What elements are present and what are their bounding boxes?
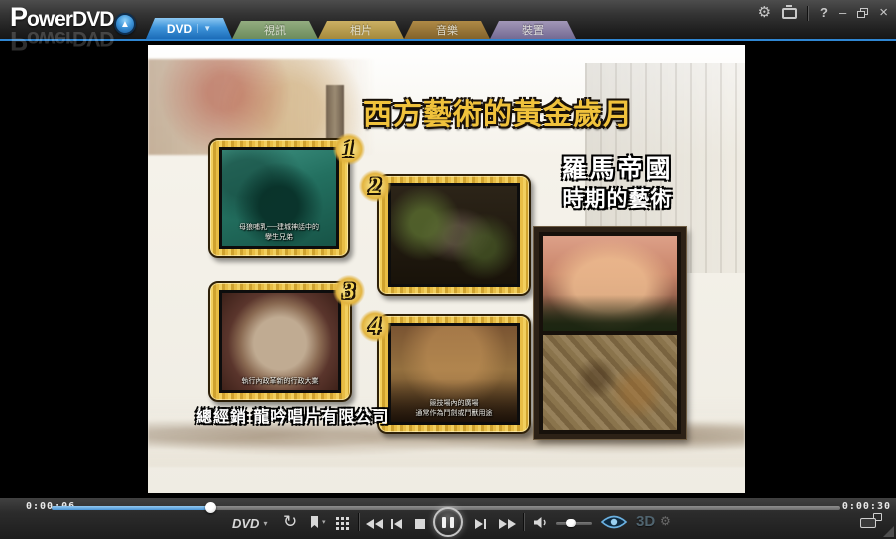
minimize-button[interactable]: – (839, 5, 846, 21)
stop-icon (415, 519, 425, 529)
video-stage: 西方藝術的黃金歲月 羅馬帝國 時期的藝術 母狼哺乳──建城神話中的 孿生兄弟 1… (0, 43, 896, 497)
bookmark-button[interactable]: ▾ (309, 515, 326, 529)
upgrade-icon[interactable]: ▲ (114, 13, 136, 35)
thumbnail-4-caption: 競技場內的廣場 通常作為鬥劍或鬥獸用途 (391, 399, 517, 419)
controls-divider (359, 513, 360, 531)
3d-mode-button[interactable]: 3D (636, 513, 655, 530)
next-icon (475, 519, 483, 529)
thumbnail-3-caption: 執行內政革新的行政大業 (222, 377, 338, 387)
display-icon (860, 513, 882, 528)
chapter-thumbnail-1[interactable]: 母狼哺乳──建城神話中的 孿生兄弟 1 (208, 138, 350, 258)
source-menu-button[interactable]: DVD ▾ (232, 516, 267, 531)
logo-power-text: ower (27, 8, 72, 31)
volume-slider[interactable] (556, 522, 592, 525)
mute-button[interactable] (533, 516, 550, 529)
player-control-bar: 0:00:06 0:00:30 DVD ▾ ↻ ▾ (0, 497, 896, 539)
grid-icon (336, 517, 339, 520)
menu-side-panel (534, 227, 686, 439)
chevron-down-icon: ▾ (263, 519, 267, 528)
fast-forward-button[interactable] (499, 519, 516, 529)
truetheater-button[interactable] (600, 515, 628, 529)
pause-button[interactable] (433, 507, 463, 537)
controls-divider (524, 513, 525, 531)
chevron-down-icon[interactable]: ▼ (197, 24, 211, 33)
thumbnail-1-caption: 母狼哺乳──建城神話中的 孿生兄弟 (222, 223, 336, 243)
resize-grip[interactable] (883, 526, 894, 537)
thumbnail-4-image: 競技場內的廣場 通常作為鬥劍或鬥獸用途 (388, 323, 520, 425)
menu-title: 西方藝術的黃金歲月 (348, 91, 648, 133)
titlebar: PowerDVD PowerDVD ▲ DVD ▼ 視訊 相片 音樂 裝置 ⚙ … (0, 0, 896, 41)
settings-gear-icon[interactable]: ⚙ (758, 5, 771, 21)
3d-settings-gear-icon[interactable]: ⚙ (660, 514, 671, 528)
rewind-button[interactable] (366, 519, 383, 529)
rewind-icon (366, 519, 374, 529)
dvd-menu-video: 西方藝術的黃金歲月 羅馬帝國 時期的藝術 母狼哺乳──建城神話中的 孿生兄弟 1… (148, 45, 745, 493)
pause-icon (442, 517, 446, 528)
tab-dvd[interactable]: DVD ▼ (146, 18, 232, 39)
titlebar-divider (808, 6, 809, 21)
window-controls: ⚙ ? – × (758, 5, 888, 21)
seek-fill (52, 506, 210, 510)
thumbnail-1-image: 母狼哺乳──建城神話中的 孿生兄弟 (219, 147, 339, 249)
chevron-down-icon: ▾ (322, 518, 326, 526)
logo-dvd-text: DVD (72, 8, 113, 31)
powerdvd-window: PowerDVD PowerDVD ▲ DVD ▼ 視訊 相片 音樂 裝置 ⚙ … (0, 0, 896, 539)
tab-music-label: 音樂 (436, 22, 458, 38)
chapter-number-1: 1 (333, 133, 365, 165)
previous-icon (391, 519, 393, 529)
chapter-number-3: 3 (333, 275, 365, 307)
logo-p: P (10, 2, 27, 32)
source-menu-label: DVD (232, 516, 259, 531)
speaker-icon (533, 516, 550, 529)
triumph-painting-image (543, 335, 677, 430)
chapter-thumbnail-3[interactable]: 執行內政革新的行政大業 3 (208, 281, 352, 402)
tab-photo[interactable]: 相片 (318, 21, 404, 39)
chapter-thumbnail-2[interactable]: 2 (377, 174, 531, 296)
restore-button[interactable] (857, 8, 868, 18)
help-button[interactable]: ? (820, 5, 828, 21)
total-time: 0:00:30 (842, 501, 891, 512)
app-logo: PowerDVD (10, 2, 113, 33)
tab-device[interactable]: 裝置 (490, 21, 576, 39)
tab-photo-label: 相片 (350, 22, 372, 38)
thumbnail-2-image (388, 183, 520, 287)
previous-chapter-button[interactable] (391, 519, 402, 529)
next-chapter-button[interactable] (475, 519, 486, 529)
stop-button[interactable] (415, 519, 425, 529)
tab-video[interactable]: 視訊 (232, 21, 318, 39)
colosseum-exterior-image (543, 236, 677, 331)
chapter-thumbnail-4[interactable]: 競技場內的廣場 通常作為鬥劍或鬥獸用途 4 (377, 314, 531, 434)
truetheater-eye-icon (600, 515, 628, 529)
thumbnail-3-image: 執行內政革新的行政大業 (219, 290, 341, 393)
menu-grid-button[interactable] (336, 517, 339, 520)
seek-thumb[interactable] (205, 502, 216, 513)
menu-topic-line1: 羅馬帝國 (530, 153, 705, 186)
menu-topic-line2: 時期的藝術 (530, 186, 705, 213)
tab-dvd-label: DVD (167, 22, 192, 36)
bookmark-icon (309, 515, 320, 529)
chapter-number-2: 2 (359, 170, 391, 202)
tv-mode-icon[interactable] (782, 8, 797, 19)
tab-video-label: 視訊 (264, 22, 286, 38)
fast-forward-icon (499, 519, 507, 529)
volume-thumb[interactable] (566, 519, 576, 527)
tab-device-label: 裝置 (522, 22, 544, 38)
chapter-number-4: 4 (359, 310, 391, 342)
repeat-icon: ↻ (283, 512, 297, 532)
distributor-text: 總經銷:龍吟唱片有限公司 (196, 403, 389, 427)
repeat-button[interactable]: ↻ (283, 512, 297, 532)
tab-music[interactable]: 音樂 (404, 21, 490, 39)
menu-topic: 羅馬帝國 時期的藝術 (530, 153, 705, 213)
display-device-button[interactable] (860, 513, 882, 528)
close-button[interactable]: × (879, 5, 888, 21)
